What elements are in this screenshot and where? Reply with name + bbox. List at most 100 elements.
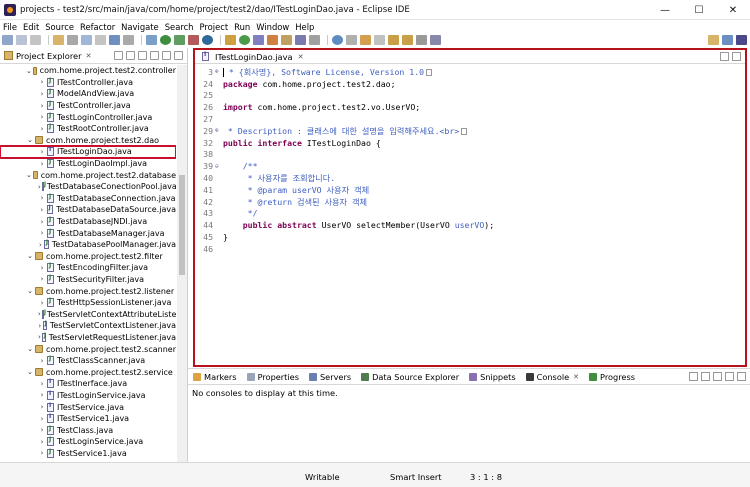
tree-file[interactable]: › TestServletRequestListener.java xyxy=(0,332,176,344)
new-class-icon[interactable] xyxy=(239,35,250,45)
code-line[interactable]: 3 ⊕ * {회사명}, Software License, Version 1.… xyxy=(195,66,745,78)
folded-block-icon[interactable] xyxy=(461,127,468,135)
close-icon[interactable]: ✕ xyxy=(86,52,92,60)
new-package-icon[interactable] xyxy=(267,35,278,45)
collapse-arrow-icon[interactable]: › xyxy=(38,229,46,237)
minimize-view-icon[interactable] xyxy=(162,51,171,60)
tree-file[interactable]: › TestRootController.java xyxy=(0,123,176,135)
console-icon[interactable] xyxy=(81,35,92,45)
code-line[interactable]: 44 public abstract UserVO selectMember(U… xyxy=(195,219,745,231)
tab-properties[interactable]: Properties xyxy=(246,372,299,382)
tree-file[interactable]: › ITestLoginDao.java xyxy=(0,145,176,159)
explorer-scrollbar[interactable] xyxy=(177,65,187,462)
code-line[interactable]: 39 ⊖ /** xyxy=(195,160,745,172)
tab-console[interactable]: Console ✕ xyxy=(525,372,579,382)
collapse-arrow-icon[interactable]: › xyxy=(38,160,46,168)
menu-edit[interactable]: Edit xyxy=(23,22,39,32)
external-tools-icon[interactable] xyxy=(188,35,199,45)
tree-package[interactable]: ⌄ com.home.project.test2.listener xyxy=(0,285,176,297)
back-icon[interactable] xyxy=(388,35,399,45)
print-icon[interactable] xyxy=(67,35,78,45)
tree-file[interactable]: › TestLoginDaoImpl.java xyxy=(0,158,176,170)
code-line[interactable]: 26 import com.home.project.test2.vo.UserV… xyxy=(195,101,745,113)
pin-editor-icon[interactable] xyxy=(416,35,427,45)
view-menu-icon[interactable] xyxy=(713,372,722,381)
tree-file[interactable]: › TestLoginService.java xyxy=(0,436,176,448)
save-all-icon[interactable] xyxy=(30,35,41,45)
collapse-arrow-icon[interactable]: › xyxy=(38,183,41,191)
code-line[interactable]: 43 */ xyxy=(195,208,745,220)
menu-source[interactable]: Source xyxy=(45,22,74,32)
navigate-icon[interactable] xyxy=(430,35,441,45)
pin-icon[interactable] xyxy=(360,35,371,45)
code-line[interactable]: 41 * @param userVO 사용자 객체 xyxy=(195,184,745,196)
annotation-next-icon[interactable] xyxy=(346,35,357,45)
tree-package[interactable]: ⌄ com.home.project.test2.filter xyxy=(0,251,176,263)
code-line[interactable]: 40 * 사용자를 조회합니다. xyxy=(195,172,745,184)
collapse-arrow-icon[interactable]: › xyxy=(38,333,41,341)
collapse-arrow-icon[interactable]: › xyxy=(38,322,42,330)
collapse-arrow-icon[interactable]: › xyxy=(38,78,46,86)
code-line[interactable]: 46 xyxy=(195,243,745,255)
collapse-arrow-icon[interactable]: › xyxy=(38,299,46,307)
run-last-icon[interactable] xyxy=(174,35,185,45)
show-whitespace-icon[interactable] xyxy=(123,35,134,45)
globe-icon[interactable] xyxy=(332,35,343,45)
collapse-arrow-icon[interactable]: › xyxy=(38,275,46,283)
menu-refactor[interactable]: Refactor xyxy=(80,22,115,32)
collapse-arrow-icon[interactable]: › xyxy=(38,357,46,365)
collapse-arrow-icon[interactable]: › xyxy=(38,415,46,423)
tree-file[interactable]: › TestDatabaseManager.java xyxy=(0,227,176,239)
tree-package[interactable]: ⌄ com.home.project.test2.dao xyxy=(0,135,176,147)
menu-window[interactable]: Window xyxy=(256,22,289,32)
minimize-view-icon[interactable] xyxy=(725,372,734,381)
view-menu-icon[interactable] xyxy=(150,51,159,60)
tree-file[interactable]: › ITestService.java xyxy=(0,401,176,413)
code-line[interactable]: 29 ⊕ * Description : 클래스에 대한 설명을 입력해주세요.<… xyxy=(195,125,745,137)
tab-servers[interactable]: Servers xyxy=(308,372,351,382)
code-line[interactable]: 24 package com.home.project.test2.dao; xyxy=(195,78,745,90)
tree-file[interactable]: › ITestService1.java xyxy=(0,413,176,425)
java-perspective-icon[interactable] xyxy=(736,35,747,45)
tree-file[interactable]: › TestDatabaseConectionPool.java xyxy=(0,181,176,193)
tree-file[interactable]: › TestSecurityFilter.java xyxy=(0,274,176,286)
collapse-arrow-icon[interactable]: › xyxy=(38,113,46,121)
new-java-project-icon[interactable] xyxy=(225,35,236,45)
display-console-icon[interactable] xyxy=(701,372,710,381)
editor-tab[interactable]: ITestLoginDao.java ✕ xyxy=(195,50,745,64)
expand-arrow-icon[interactable]: ⌄ xyxy=(26,67,32,75)
brush-icon[interactable] xyxy=(309,35,320,45)
minimize-view-icon[interactable] xyxy=(720,52,729,61)
collapse-arrow-icon[interactable]: › xyxy=(38,264,46,272)
open-type-icon[interactable] xyxy=(53,35,64,45)
collapse-arrow-icon[interactable]: › xyxy=(38,426,46,434)
collapse-all-icon[interactable] xyxy=(114,51,123,60)
server-run-icon[interactable] xyxy=(202,35,213,45)
scrollbar-thumb[interactable] xyxy=(179,175,185,275)
tree-file[interactable]: › TestDatabasePoolManager.java xyxy=(0,239,176,251)
filter-icon[interactable] xyxy=(138,51,147,60)
close-icon[interactable]: ✕ xyxy=(298,53,304,61)
expand-arrow-icon[interactable]: ⌄ xyxy=(26,345,34,353)
tree-file[interactable]: › TestHttpSessionListener.java xyxy=(0,297,176,309)
close-button[interactable]: ✕ xyxy=(716,0,750,20)
collapse-arrow-icon[interactable]: › xyxy=(38,403,46,411)
tree-file[interactable]: › TestService1.java xyxy=(0,448,176,460)
new-interface-icon[interactable] xyxy=(253,35,264,45)
folded-block-icon[interactable] xyxy=(426,68,433,76)
java-ee-perspective-icon[interactable] xyxy=(722,35,733,45)
tree-package[interactable]: ⌄ com.home.project.test2.scanner xyxy=(0,343,176,355)
collapse-arrow-icon[interactable]: › xyxy=(38,310,41,318)
tree-file[interactable]: › TestEncodingFilter.java xyxy=(0,262,176,274)
tree-file[interactable]: › TestDatabaseConnection.java xyxy=(0,193,176,205)
tree-file[interactable]: › TestDatabaseJNDI.java xyxy=(0,216,176,228)
search-icon[interactable] xyxy=(295,35,306,45)
tree-file[interactable]: › TestClassScanner.java xyxy=(0,355,176,367)
tab-progress[interactable]: Progress xyxy=(589,372,635,382)
collapse-arrow-icon[interactable]: › xyxy=(38,241,43,249)
expand-arrow-icon[interactable]: ⌄ xyxy=(26,287,34,295)
menu-run[interactable]: Run xyxy=(234,22,250,32)
tree-file[interactable]: › TestDatabaseDataSource.java xyxy=(0,204,176,216)
collapse-arrow-icon[interactable]: › xyxy=(38,90,46,98)
expand-arrow-icon[interactable]: ⌄ xyxy=(26,252,34,260)
